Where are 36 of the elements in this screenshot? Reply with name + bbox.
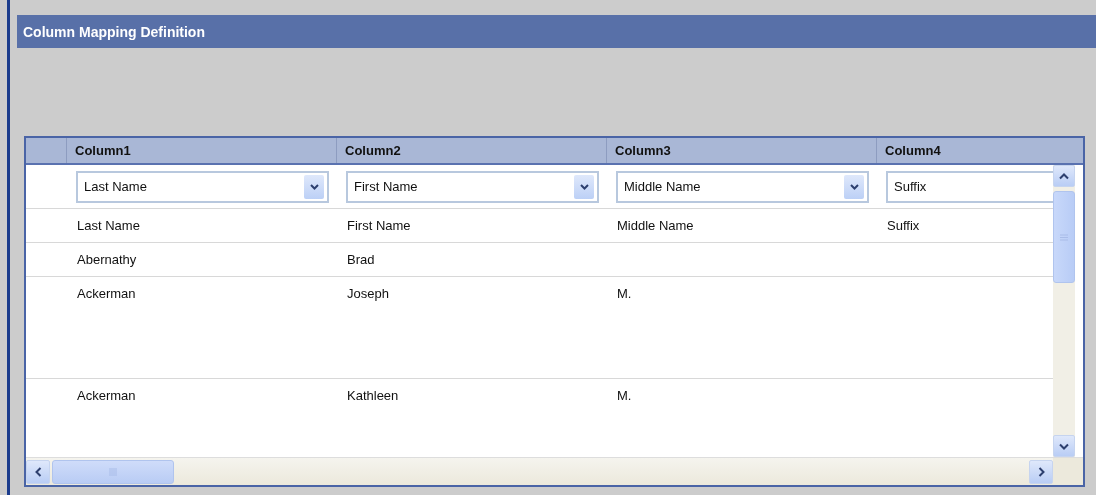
table-cell: Ackerman bbox=[77, 388, 136, 403]
scroll-down-button[interactable] bbox=[1053, 435, 1075, 457]
table-cell: Suffix bbox=[887, 218, 920, 233]
scroll-thumb[interactable] bbox=[52, 459, 174, 484]
mapping-dropdown[interactable]: First Name bbox=[346, 170, 599, 203]
table-cell: Middle Name bbox=[617, 218, 694, 233]
mapping-dropdown[interactable]: Middle Name bbox=[616, 170, 869, 203]
scroll-thumb[interactable] bbox=[1053, 191, 1075, 283]
chevron-down-icon bbox=[844, 174, 864, 199]
scroll-left-button[interactable] bbox=[26, 459, 50, 484]
column-header[interactable]: Column1 bbox=[75, 143, 131, 158]
chevron-up-icon bbox=[1059, 172, 1069, 180]
mapping-dropdown[interactable]: Suffix bbox=[886, 170, 1053, 203]
chevron-right-icon bbox=[1037, 466, 1045, 477]
column-header[interactable]: Column3 bbox=[615, 143, 671, 158]
table-cell: First Name bbox=[347, 218, 411, 233]
chevron-left-icon bbox=[34, 466, 42, 477]
table-cell: Last Name bbox=[77, 218, 140, 233]
table-cell: M. bbox=[617, 388, 632, 403]
table-cell: M. bbox=[617, 286, 632, 301]
mapping-dropdown[interactable]: Last Name bbox=[76, 170, 329, 203]
chevron-down-icon bbox=[574, 174, 594, 199]
panel-title: Column Mapping Definition bbox=[23, 23, 205, 40]
chevron-down-icon bbox=[1059, 442, 1069, 450]
chevron-down-icon bbox=[304, 174, 324, 199]
table-cell: Abernathy bbox=[77, 252, 137, 267]
table-cell: Ackerman bbox=[77, 286, 136, 301]
table-cell: Kathleen bbox=[347, 388, 399, 403]
vertical-scrollbar[interactable] bbox=[1053, 165, 1075, 457]
table-cell: Brad bbox=[347, 252, 375, 267]
scroll-up-button[interactable] bbox=[1053, 165, 1075, 187]
horizontal-scrollbar[interactable] bbox=[26, 457, 1083, 485]
table-cell: Joseph bbox=[347, 286, 389, 301]
column-header[interactable]: Column4 bbox=[885, 143, 941, 158]
scroll-right-button[interactable] bbox=[1029, 459, 1053, 484]
column-header[interactable]: Column2 bbox=[345, 143, 401, 158]
